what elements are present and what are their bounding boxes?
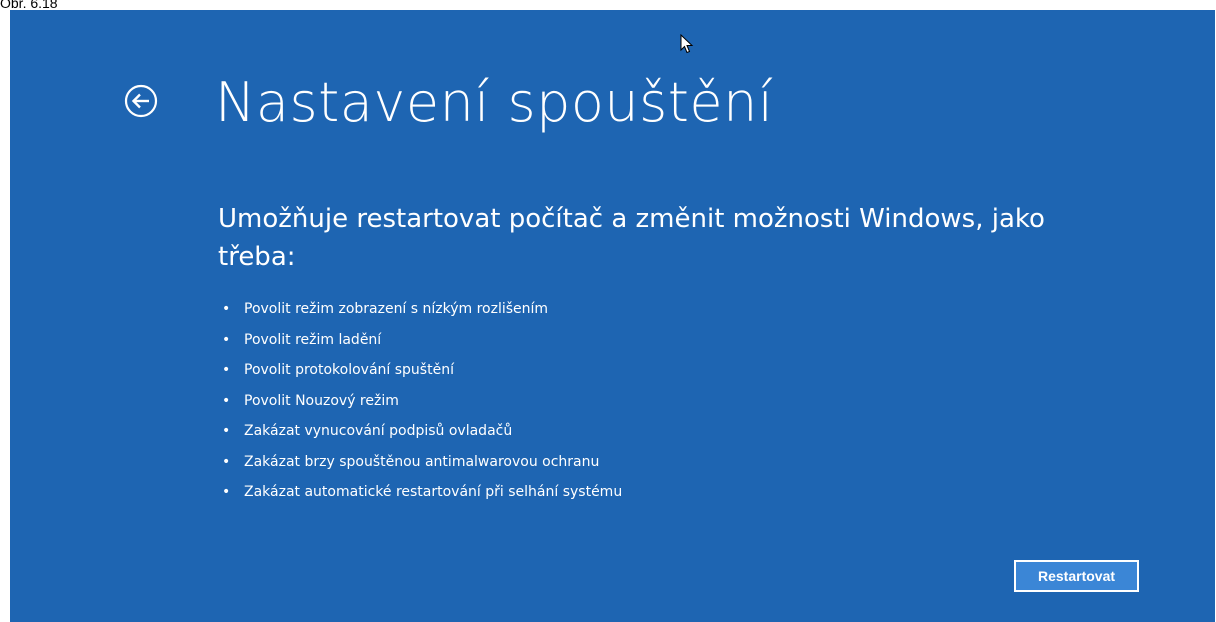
bullet-glyph: • [222, 301, 231, 317]
bullet-glyph: • [222, 331, 231, 348]
startup-options-list: • Povolit režim zobrazení s nízkým rozliš… [218, 294, 622, 508]
bullet-glyph: • [222, 392, 231, 409]
startup-option-label: Zakázat automatické restartování při sel… [244, 484, 623, 500]
page-subtitle: Umožňuje restartovat počítač a změnit mo… [218, 204, 1045, 272]
mouse-pointer-icon [680, 34, 694, 54]
bullet-glyph: • [222, 423, 231, 439]
startup-option-item: • Povolit Nouzový režim [218, 386, 622, 417]
startup-option-item: • Zakázat vynucování podpisů ovladačů [218, 416, 622, 447]
startup-option-label: Zakázat vynucování podpisů ovladačů [244, 423, 513, 439]
startup-option-item: • Povolit protokolování spuštění [218, 355, 622, 386]
bullet-glyph: • [222, 362, 231, 378]
startup-settings-screen: Nastavení spouštění Umožňuje restartovat… [10, 10, 1215, 622]
startup-option-item: • Povolit režim zobrazení s nízkým rozliš… [218, 294, 622, 325]
startup-option-label: Povolit režim zobrazení s nízkým rozliše… [244, 301, 549, 317]
startup-option-item: • Povolit režim ladění [218, 325, 622, 356]
restart-button[interactable]: Restartovat [1014, 560, 1139, 592]
figure-caption: Obr. 6.18 [0, 0, 58, 11]
back-button[interactable] [124, 84, 158, 118]
startup-option-label: Povolit protokolování spuštění [244, 362, 454, 378]
startup-option-item: • Zakázat automatické restartování při se… [218, 477, 622, 508]
bullet-glyph: • [222, 453, 231, 470]
startup-option-item: • Zakázat brzy spouštěnou antimalwarovou … [218, 447, 622, 478]
page-title: Nastavení spouštění [215, 71, 774, 134]
startup-option-label: Zakázat brzy spouštěnou antimalwarovou o… [244, 453, 600, 470]
startup-option-label: Povolit režim ladění [244, 331, 382, 348]
back-arrow-circle-icon [124, 84, 158, 118]
startup-option-label: Povolit Nouzový režim [244, 392, 399, 409]
bullet-glyph: • [222, 484, 231, 500]
